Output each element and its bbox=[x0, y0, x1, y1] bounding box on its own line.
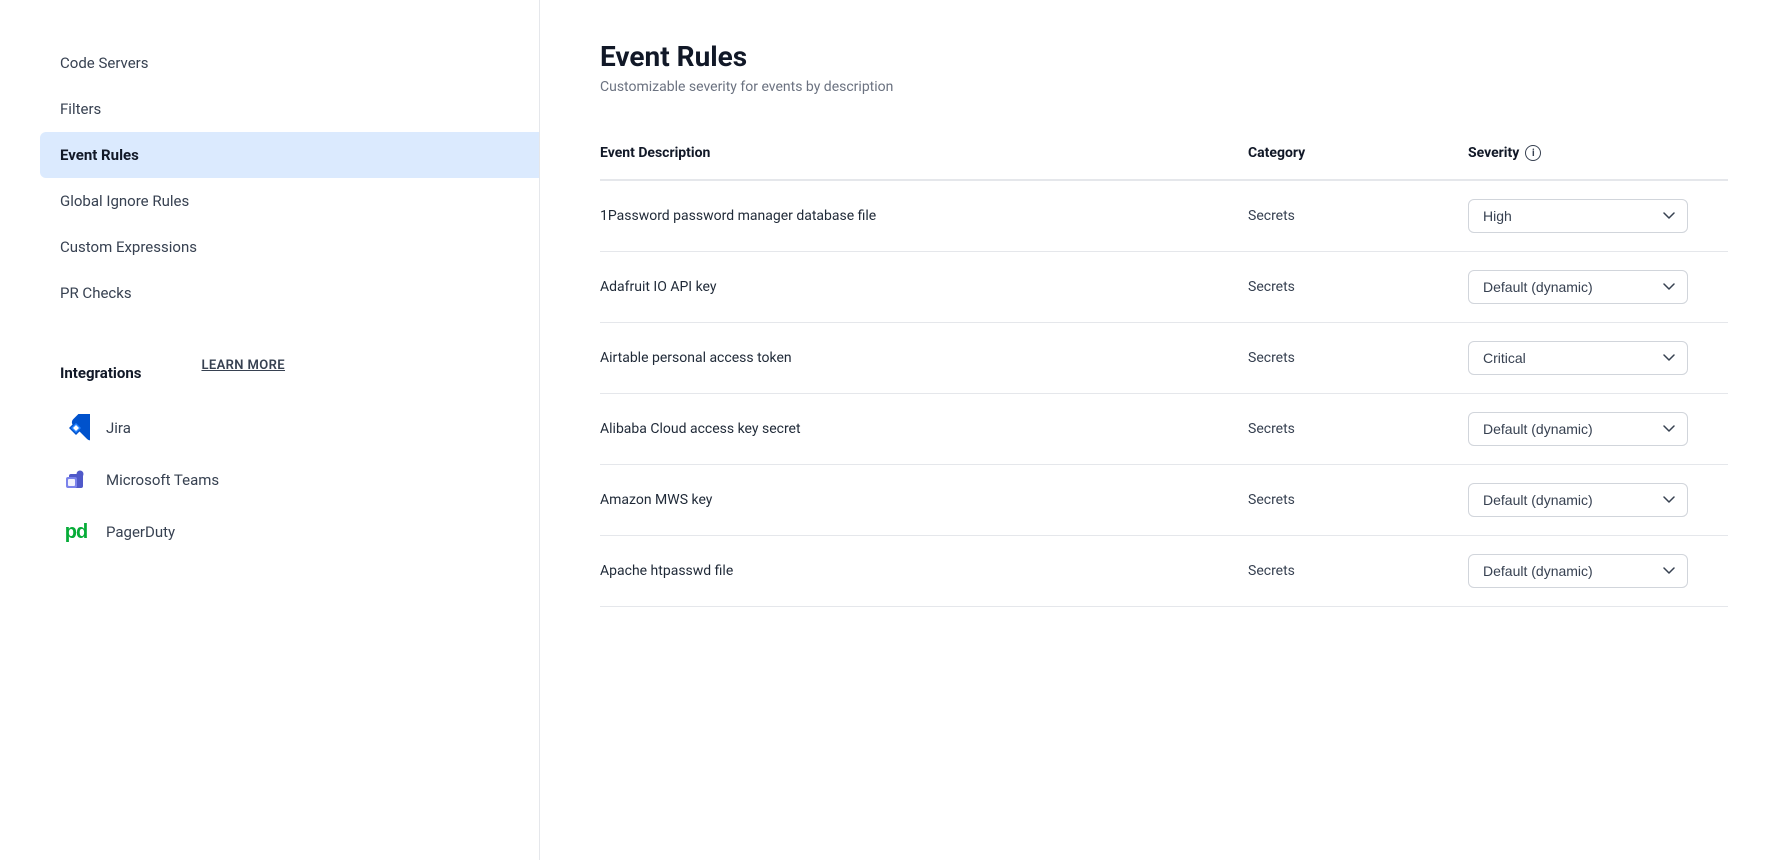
row-description: Apache htpasswd file bbox=[600, 561, 1248, 582]
row-severity: Default (dynamic)CriticalHighMediumLowIn… bbox=[1468, 270, 1728, 304]
severity-select[interactable]: Default (dynamic)CriticalHighMediumLowIn… bbox=[1468, 412, 1688, 446]
row-severity: Default (dynamic)CriticalHighMediumLowIn… bbox=[1468, 554, 1728, 588]
severity-select[interactable]: Default (dynamic)CriticalHighMediumLowIn… bbox=[1468, 483, 1688, 517]
row-category: Secrets bbox=[1248, 279, 1468, 295]
sidebar-item-global-ignore-rules[interactable]: Global Ignore Rules bbox=[60, 178, 539, 224]
row-category: Secrets bbox=[1248, 492, 1468, 508]
row-description: Adafruit IO API key bbox=[600, 277, 1248, 298]
row-description: 1Password password manager database file bbox=[600, 206, 1248, 227]
page-subtitle: Customizable severity for events by desc… bbox=[600, 79, 1728, 95]
table-row: Adafruit IO API key Secrets Default (dyn… bbox=[600, 252, 1728, 323]
integration-label: Jira bbox=[106, 419, 131, 437]
sidebar: Code ServersFiltersEvent RulesGlobal Ign… bbox=[0, 0, 540, 860]
severity-select[interactable]: Default (dynamic)CriticalHighMediumLowIn… bbox=[1468, 554, 1688, 588]
integrations-title: Integrations bbox=[60, 364, 141, 382]
row-category: Secrets bbox=[1248, 421, 1468, 437]
row-category: Secrets bbox=[1248, 563, 1468, 579]
row-category: Secrets bbox=[1248, 208, 1468, 224]
sidebar-item-custom-expressions[interactable]: Custom Expressions bbox=[60, 224, 539, 270]
main-content: Event Rules Customizable severity for ev… bbox=[540, 0, 1788, 860]
table-row: Amazon MWS key Secrets Default (dynamic)… bbox=[600, 465, 1728, 536]
header-category: Category bbox=[1248, 137, 1468, 169]
sidebar-item-filters[interactable]: Filters bbox=[60, 86, 539, 132]
row-severity: Default (dynamic)CriticalHighMediumLowIn… bbox=[1468, 412, 1728, 446]
event-rules-table: Event Description Category Severity i 1P… bbox=[600, 127, 1728, 607]
severity-select[interactable]: Default (dynamic)CriticalHighMediumLowIn… bbox=[1468, 270, 1688, 304]
integration-item-teams[interactable]: Microsoft Teams bbox=[60, 454, 539, 506]
severity-info-icon[interactable]: i bbox=[1525, 145, 1541, 161]
row-severity: Default (dynamic)CriticalHighMediumLowIn… bbox=[1468, 199, 1728, 233]
sidebar-item-event-rules[interactable]: Event Rules bbox=[40, 132, 539, 178]
pagerduty-icon: pd bbox=[60, 516, 92, 548]
integration-label: Microsoft Teams bbox=[106, 471, 219, 489]
header-severity: Severity i bbox=[1468, 137, 1728, 169]
severity-select[interactable]: Default (dynamic)CriticalHighMediumLowIn… bbox=[1468, 199, 1688, 233]
sidebar-item-code-servers[interactable]: Code Servers bbox=[60, 40, 539, 86]
row-severity: Default (dynamic)CriticalHighMediumLowIn… bbox=[1468, 341, 1728, 375]
table-row: Airtable personal access token Secrets D… bbox=[600, 323, 1728, 394]
page-title: Event Rules bbox=[600, 40, 1728, 73]
row-description: Airtable personal access token bbox=[600, 348, 1248, 369]
integration-item-pagerduty[interactable]: pd PagerDuty bbox=[60, 506, 539, 558]
row-category: Secrets bbox=[1248, 350, 1468, 366]
sidebar-item-pr-checks[interactable]: PR Checks bbox=[60, 270, 539, 316]
table-row: 1Password password manager database file… bbox=[600, 181, 1728, 252]
integration-item-jira[interactable]: Jira bbox=[60, 402, 539, 454]
table-header: Event Description Category Severity i bbox=[600, 127, 1728, 181]
header-description: Event Description bbox=[600, 137, 1248, 169]
table-row: Alibaba Cloud access key secret Secrets … bbox=[600, 394, 1728, 465]
row-description: Amazon MWS key bbox=[600, 490, 1248, 511]
learn-more-link[interactable]: LEARN MORE bbox=[201, 358, 285, 373]
row-severity: Default (dynamic)CriticalHighMediumLowIn… bbox=[1468, 483, 1728, 517]
jira-icon bbox=[60, 412, 92, 444]
integrations-section: Integrations LEARN MORE bbox=[60, 340, 539, 390]
table-row: Apache htpasswd file Secrets Default (dy… bbox=[600, 536, 1728, 607]
severity-select[interactable]: Default (dynamic)CriticalHighMediumLowIn… bbox=[1468, 341, 1688, 375]
integration-label: PagerDuty bbox=[106, 523, 175, 541]
teams-icon bbox=[60, 464, 92, 496]
row-description: Alibaba Cloud access key secret bbox=[600, 419, 1248, 440]
